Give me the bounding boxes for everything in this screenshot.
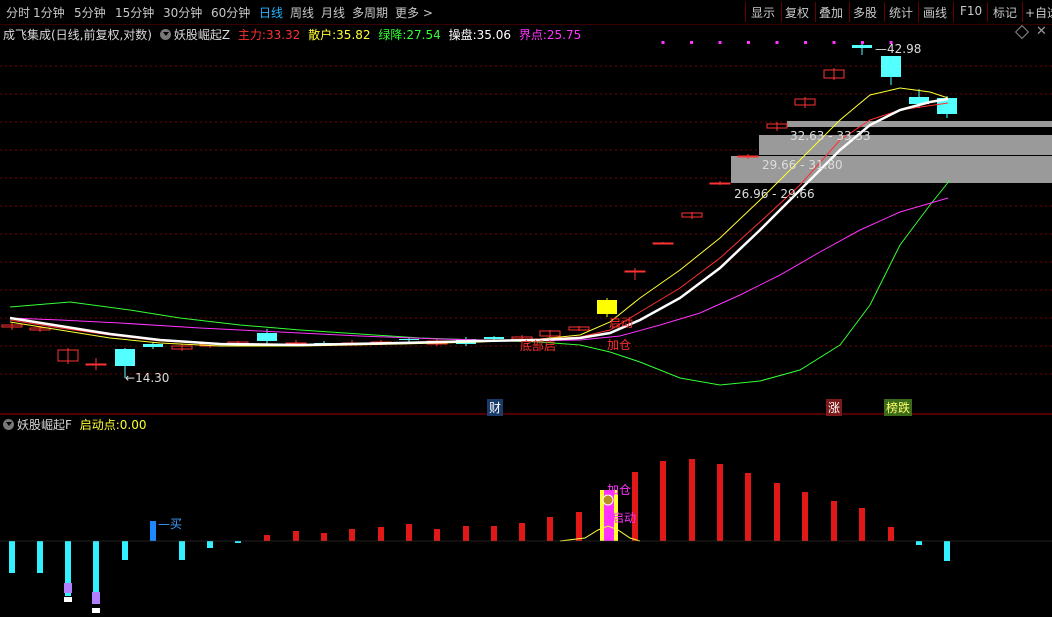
down-marker <box>64 583 72 593</box>
down-marker <box>92 592 100 604</box>
histogram-bar <box>122 541 128 560</box>
magenta-dot <box>861 41 864 44</box>
down-marker <box>64 597 72 602</box>
histogram-bar <box>349 529 355 541</box>
histogram-bar <box>321 533 327 541</box>
jiacang-label: 加仓 <box>607 338 632 352</box>
histogram-bar <box>434 529 440 541</box>
magenta-dot <box>804 41 807 44</box>
candle-body <box>597 300 617 314</box>
histogram-bar <box>660 461 666 541</box>
sub-legend-label: 启动点: <box>79 418 120 432</box>
histogram-bar <box>717 464 723 541</box>
low-price-label: ←14.30 <box>125 371 170 385</box>
magenta-dot <box>775 41 779 44</box>
magenta-line <box>9 197 949 342</box>
candle-body <box>737 155 759 158</box>
sub-indicator-name[interactable]: 妖股崛起F <box>17 418 72 432</box>
histogram-bar <box>37 541 43 573</box>
buy-text: 买 <box>170 517 183 531</box>
histogram-bar <box>406 524 412 541</box>
histogram-bar <box>689 459 695 541</box>
magenta-dot-row <box>661 41 893 44</box>
sub-jiacang-label: 加仓 <box>607 483 632 497</box>
zone3-label: 26.96 - 29.66 <box>734 187 815 201</box>
histogram-bar <box>207 541 213 548</box>
candle-body <box>484 337 504 339</box>
zone-rect <box>787 121 1052 127</box>
zone1-label: 32.63 - 33.33 <box>790 129 871 143</box>
candle-body <box>881 56 901 77</box>
pressure-zones <box>731 121 1052 183</box>
down-marker <box>92 608 100 613</box>
magenta-dot <box>832 41 836 44</box>
dibu-label: 底部启 <box>520 339 557 353</box>
histogram-bar <box>93 541 99 596</box>
event-marker-zhang[interactable]: 涨 <box>826 399 843 416</box>
histogram-bar <box>547 517 553 541</box>
histogram-bar <box>802 492 808 541</box>
sub-indicator-dropdown-icon[interactable] <box>3 419 14 430</box>
histogram-bar <box>235 541 241 543</box>
magenta-dot <box>661 41 665 44</box>
histogram-bar <box>888 527 894 541</box>
candle-body <box>709 182 731 185</box>
histogram-bar <box>519 523 525 541</box>
histogram-bar <box>491 526 497 541</box>
sub-qidong-label: 启动 <box>612 511 637 525</box>
histogram-bar <box>378 527 384 541</box>
magenta-dot <box>747 41 750 44</box>
histogram-bar <box>9 541 15 573</box>
sub-legend: 妖股崛起F 启动点:0.00 <box>3 416 147 433</box>
histogram-bar <box>859 508 865 541</box>
zone2-label: 29.66 - 31.80 <box>762 158 843 172</box>
magenta-dot <box>690 41 693 44</box>
magenta-dot <box>718 41 722 44</box>
candle-body <box>115 349 135 366</box>
histogram-bar <box>576 512 582 541</box>
histogram-bar <box>632 472 638 541</box>
histogram-bar <box>293 531 299 541</box>
event-marker-cai[interactable]: 财 <box>487 399 504 416</box>
histogram-bar <box>916 541 922 545</box>
candle-body <box>624 270 646 273</box>
histogram-bar <box>463 526 469 541</box>
histogram-bar <box>831 501 837 541</box>
histogram-bar <box>179 541 185 560</box>
candle-body <box>85 363 107 366</box>
event-marker-bang[interactable]: 榜跌 <box>884 399 913 416</box>
candle-body <box>257 333 277 341</box>
candles <box>1 43 957 378</box>
sub-legend-value: 0.00 <box>119 418 147 432</box>
candle-body <box>399 339 419 340</box>
candle-body <box>852 45 872 48</box>
sub-histogram <box>0 459 1052 613</box>
histogram-bar <box>944 541 950 561</box>
buy-label: —买 <box>158 517 183 531</box>
green-line <box>9 179 951 386</box>
qidong-label: 启动 <box>609 316 634 330</box>
histogram-bar <box>774 483 780 541</box>
high-price-label: —42.98 <box>875 42 922 56</box>
histogram-bar <box>264 535 270 541</box>
histogram-bar <box>745 473 751 541</box>
histogram-bar <box>150 521 156 541</box>
high-price-value: 42.98 <box>887 42 922 56</box>
candle-body <box>652 242 674 245</box>
candle-body <box>143 344 163 347</box>
low-price-value: 14.30 <box>135 371 170 385</box>
